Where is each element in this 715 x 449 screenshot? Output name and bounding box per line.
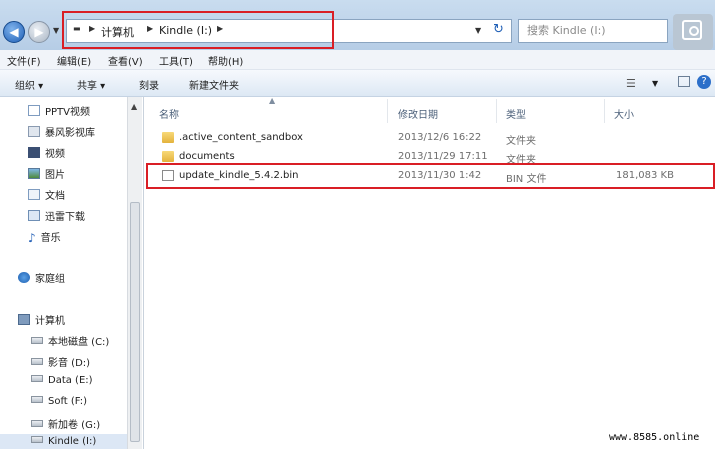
nav-item-drive-f[interactable]: Soft (F:) bbox=[31, 396, 87, 407]
address-dropdown-icon[interactable]: ▼ bbox=[475, 26, 481, 35]
menu-help[interactable]: 帮助(H) bbox=[208, 53, 243, 68]
nav-item-music[interactable]: ♪ 音乐 bbox=[28, 229, 61, 245]
drive-icon bbox=[31, 337, 43, 344]
menu-tools[interactable]: 工具(T) bbox=[159, 53, 193, 68]
column-size[interactable]: 大小 bbox=[614, 106, 634, 121]
burn-button[interactable]: 刻录 bbox=[139, 77, 159, 92]
nav-item-documents[interactable]: 文档 bbox=[28, 187, 65, 202]
document-icon bbox=[28, 189, 40, 200]
drive-icon bbox=[31, 436, 43, 443]
nav-item-drive-i[interactable]: Kindle (I:) bbox=[31, 436, 96, 447]
share-button[interactable]: 共享 ▾ bbox=[77, 77, 105, 92]
organize-button[interactable]: 组织 ▾ bbox=[15, 77, 43, 92]
file-name: .active_content_sandbox bbox=[179, 132, 303, 143]
recent-pages-dropdown[interactable]: ▼ bbox=[53, 26, 59, 35]
scroll-up-icon[interactable]: ▲ bbox=[131, 102, 137, 111]
search-icon bbox=[682, 20, 702, 40]
nav-item-pptv[interactable]: PPTV视频 bbox=[28, 103, 90, 118]
column-type[interactable]: 类型 bbox=[506, 106, 526, 121]
command-bar: 组织 ▾ 共享 ▾ 刻录 新建文件夹 ☰ ▼ ? bbox=[0, 70, 715, 97]
nav-item-homegroup[interactable]: 家庭组 bbox=[18, 270, 65, 285]
drive-icon bbox=[31, 375, 43, 382]
column-modified[interactable]: 修改日期 bbox=[398, 106, 438, 121]
file-name: documents bbox=[179, 151, 235, 162]
menu-edit[interactable]: 编辑(E) bbox=[57, 53, 91, 68]
music-note-icon: ♪ bbox=[28, 231, 36, 245]
nav-item-thunder-downloads[interactable]: 迅雷下载 bbox=[28, 208, 85, 223]
file-modified: 2013/11/29 17:11 bbox=[398, 151, 488, 162]
back-button[interactable]: ◀ bbox=[3, 21, 25, 43]
column-separator[interactable] bbox=[604, 99, 605, 123]
column-separator[interactable] bbox=[496, 99, 497, 123]
file-highlight-box bbox=[146, 163, 715, 189]
nav-item-drive-e[interactable]: Data (E:) bbox=[31, 375, 93, 386]
drive-icon bbox=[31, 358, 43, 365]
picture-icon bbox=[28, 168, 40, 179]
drive-icon bbox=[31, 420, 43, 427]
forward-button[interactable]: ▶ bbox=[28, 21, 50, 43]
video-folder-icon bbox=[28, 105, 40, 116]
nav-item-drive-d[interactable]: 影音 (D:) bbox=[31, 354, 90, 369]
column-name[interactable]: 名称 bbox=[159, 106, 179, 121]
navigation-pane: PPTV视频 暴风影视库 视频 图片 文档 迅雷下载 ♪ 音乐 家庭组 计算机 本… bbox=[0, 97, 127, 449]
refresh-icon[interactable]: ↻ bbox=[493, 22, 504, 37]
nav-item-drive-g[interactable]: 新加卷 (G:) bbox=[31, 416, 100, 431]
address-highlight-box bbox=[62, 11, 334, 49]
homegroup-icon bbox=[18, 272, 30, 283]
nav-scrollbar[interactable]: ▲ bbox=[127, 97, 142, 449]
file-row[interactable]: .active_content_sandbox 2013/12/6 16:22 … bbox=[144, 128, 715, 148]
drive-icon bbox=[31, 396, 43, 403]
file-type: 文件夹 bbox=[506, 136, 536, 147]
column-separator[interactable] bbox=[387, 99, 388, 123]
back-arrow-icon: ◀ bbox=[9, 25, 19, 39]
download-folder-icon bbox=[28, 210, 40, 221]
media-library-icon bbox=[28, 126, 40, 137]
folder-icon bbox=[162, 151, 174, 162]
nav-item-videos[interactable]: 视频 bbox=[28, 145, 65, 160]
nav-item-baofeng[interactable]: 暴风影视库 bbox=[28, 124, 95, 139]
forward-arrow-icon: ▶ bbox=[34, 25, 44, 39]
view-dropdown-icon[interactable]: ▼ bbox=[652, 79, 658, 88]
preview-pane-icon[interactable] bbox=[678, 76, 690, 87]
change-view-icon[interactable]: ☰ bbox=[626, 77, 636, 90]
computer-icon bbox=[18, 314, 30, 325]
nav-item-pictures[interactable]: 图片 bbox=[28, 166, 65, 181]
watermark: www.8585.online bbox=[607, 432, 702, 443]
search-input[interactable]: 搜索 Kindle (I:) bbox=[518, 19, 668, 43]
column-header-row: ▲ 名称 修改日期 类型 大小 bbox=[144, 96, 715, 125]
menu-bar: 文件(F) 编辑(E) 查看(V) 工具(T) 帮助(H) bbox=[0, 50, 715, 70]
nav-item-drive-c[interactable]: 本地磁盘 (C:) bbox=[31, 333, 109, 348]
file-modified: 2013/12/6 16:22 bbox=[398, 132, 482, 143]
video-icon bbox=[28, 147, 40, 158]
nav-item-computer[interactable]: 计算机 bbox=[18, 312, 65, 327]
new-folder-button[interactable]: 新建文件夹 bbox=[189, 77, 239, 92]
menu-view[interactable]: 查看(V) bbox=[108, 53, 143, 68]
search-corner-button[interactable] bbox=[673, 14, 713, 50]
help-icon[interactable]: ? bbox=[697, 75, 711, 89]
folder-icon bbox=[162, 132, 174, 143]
scroll-thumb[interactable] bbox=[130, 202, 140, 442]
menu-file[interactable]: 文件(F) bbox=[7, 53, 41, 68]
sort-ascending-icon: ▲ bbox=[269, 96, 276, 105]
